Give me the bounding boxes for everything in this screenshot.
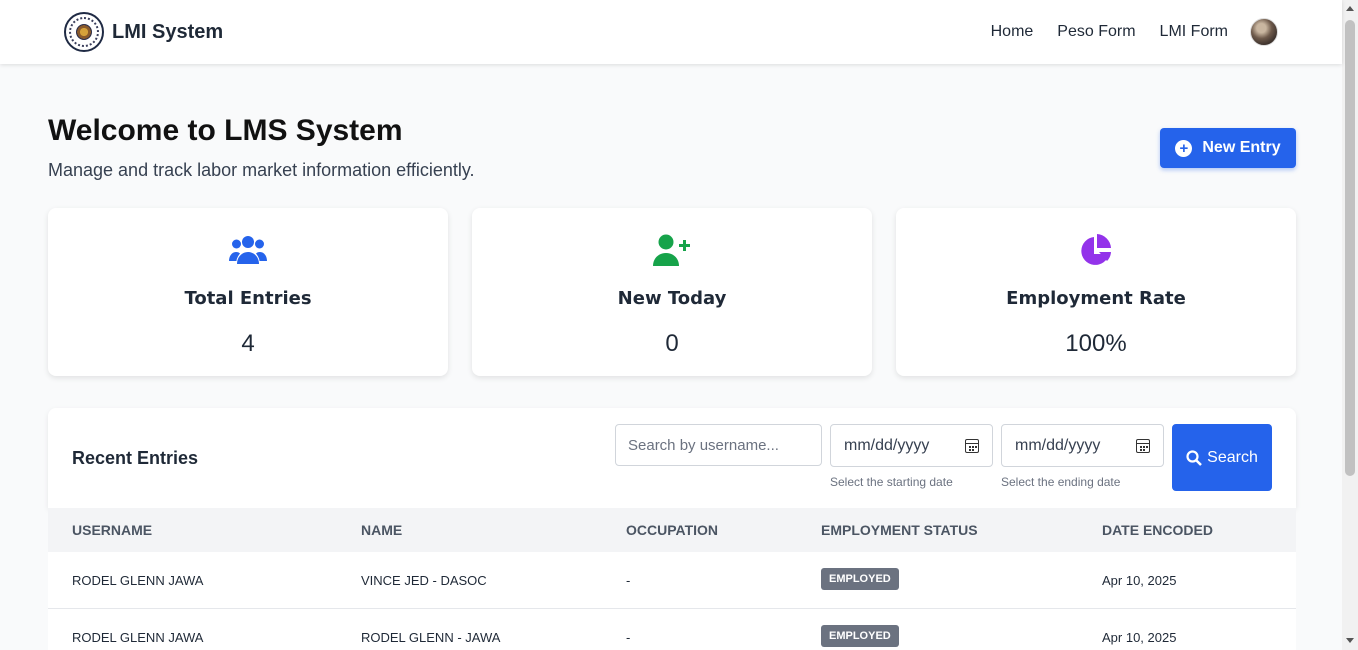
status-badge: EMPLOYED [821,625,899,647]
end-date-help: Select the ending date [1001,475,1121,489]
entries-table: USERNAME NAME OCCUPATION EMPLOYMENT STAT… [48,508,1296,650]
user-avatar[interactable] [1250,18,1278,46]
end-date-placeholder: mm/dd/yyyy [1015,436,1101,454]
plus-circle-icon: + [1175,139,1193,157]
page-subtitle: Manage and track labor market informatio… [48,160,475,180]
nav-link-lmi-form[interactable]: LMI Form [1160,23,1228,41]
total-entries-card: Total Entries 4 [48,208,448,376]
column-employment-status[interactable]: EMPLOYMENT STATUS [821,522,978,538]
search-username-input[interactable]: Search by username... [615,424,822,466]
new-entry-label: New Entry [1202,139,1281,156]
row-occupation: - [626,573,631,588]
column-occupation[interactable]: OCCUPATION [626,522,718,538]
row-name: VINCE JED - DASOC [361,573,487,588]
search-button[interactable]: Search [1172,424,1272,491]
total-entries-value: 4 [241,330,255,357]
table-row[interactable]: RODEL GLENN JAWA VINCE JED - DASOC - EMP… [48,552,1296,609]
pie-chart-icon [896,234,1296,268]
row-username: RODEL GLENN JAWA [72,573,204,588]
row-date-encoded: Apr 10, 2025 [1102,630,1177,645]
end-date-input[interactable]: mm/dd/yyyy [1001,424,1164,467]
start-date-help: Select the starting date [830,475,953,489]
row-username: RODEL GLENN JAWA [72,630,204,645]
table-header-row: USERNAME NAME OCCUPATION EMPLOYMENT STAT… [48,508,1296,552]
start-date-input[interactable]: mm/dd/yyyy [830,424,993,467]
start-date-placeholder: mm/dd/yyyy [844,436,930,454]
new-entry-button[interactable]: + New Entry [1160,128,1296,168]
user-plus-icon [472,234,872,268]
column-name[interactable]: NAME [361,522,402,538]
employment-rate-value: 100% [1065,330,1127,357]
search-button-label: Search [1207,448,1258,466]
vertical-scrollbar[interactable] [1342,0,1358,650]
nav-link-peso-form[interactable]: Peso Form [1057,23,1135,41]
employment-rate-card: Employment Rate 100% [896,208,1296,376]
row-date-encoded: Apr 10, 2025 [1102,573,1177,588]
app-page: LMI System Home Peso Form LMI Form Welco… [0,0,1358,650]
nav-link-home[interactable]: Home [991,23,1034,41]
scroll-down-arrow-icon[interactable] [1346,638,1354,643]
row-occupation: - [626,630,631,645]
employment-rate-label: Employment Rate [1006,288,1186,309]
logo-seal-icon [64,12,104,52]
column-username[interactable]: USERNAME [72,522,152,538]
table-row[interactable]: RODEL GLENN JAWA RODEL GLENN - JAWA - EM… [48,609,1296,650]
recent-entries-panel: Recent Entries Search by username... mm/… [48,408,1296,508]
new-today-card: New Today 0 [472,208,872,376]
status-badge: EMPLOYED [821,568,899,590]
new-today-label: New Today [617,288,727,309]
page-title: Welcome to LMS System [48,114,403,147]
calendar-icon[interactable] [965,438,979,453]
brand-name: LMI System [112,20,224,43]
new-today-value: 0 [665,330,679,357]
scroll-thumb[interactable] [1345,20,1355,476]
row-name: RODEL GLENN - JAWA [361,630,501,645]
column-date-encoded[interactable]: DATE ENCODED [1102,522,1213,538]
total-entries-label: Total Entries [184,288,312,309]
search-icon [1186,449,1203,466]
scroll-up-arrow-icon[interactable] [1346,6,1354,11]
recent-entries-title: Recent Entries [72,448,199,468]
nav-links: Home Peso Form LMI Form [967,0,1278,64]
calendar-icon[interactable] [1136,438,1150,453]
brand[interactable]: LMI System [64,12,223,52]
users-icon [48,234,448,268]
top-navbar: LMI System Home Peso Form LMI Form [0,0,1342,64]
